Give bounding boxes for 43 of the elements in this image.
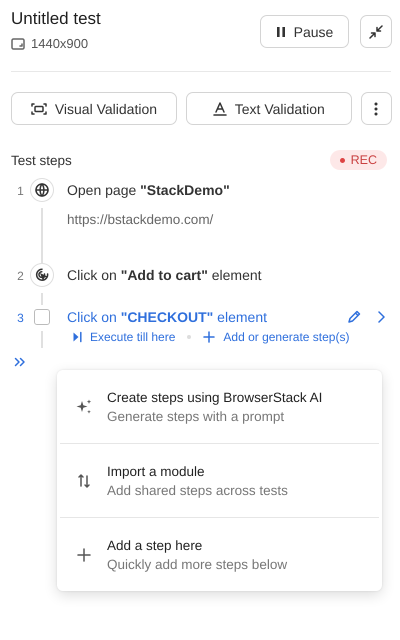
test-title: Untitled test: [11, 8, 101, 30]
plus-icon: [203, 331, 216, 343]
resolution-text: 1440x900: [31, 36, 88, 51]
sparkle-icon: [75, 398, 93, 416]
more-icon: [374, 102, 378, 116]
menu-item-subtitle: Quickly add more steps below: [107, 557, 288, 572]
menu-item-title: Create steps using BrowserStack AI: [107, 390, 322, 405]
menu-item-title: Add a step here: [107, 538, 204, 553]
step-url: https://bstackdemo.com/: [67, 212, 214, 229]
more-button[interactable]: [360, 92, 392, 125]
step-title[interactable]: Click on "CHECKOUT" element: [67, 309, 332, 325]
click-icon: [34, 267, 50, 283]
play-to-icon: [72, 331, 82, 343]
menu-item-title: Import a module: [107, 464, 206, 479]
menu-item[interactable]: Create steps using BrowserStack AI Generate steps with a prompt: [60, 370, 379, 444]
step-checkbox[interactable]: [34, 309, 50, 325]
step-number: 1: [16, 183, 25, 200]
text-format-icon: [212, 102, 227, 116]
collapse-button[interactable]: [360, 15, 392, 48]
section-title: Test steps: [11, 152, 72, 168]
text-validation-button[interactable]: Text Validation: [186, 92, 352, 125]
pause-icon: [276, 26, 286, 38]
menu-item[interactable]: Import a module Add shared steps across tests: [60, 444, 379, 518]
frame-icon: [30, 102, 47, 116]
menu-item-subtitle: Add shared steps across tests: [107, 483, 288, 498]
chevron-right-icon[interactable]: [376, 310, 386, 324]
menu-item-subtitle: Generate steps with a prompt: [107, 409, 286, 424]
step-number: 2: [16, 268, 25, 285]
collapse-icon: [368, 24, 384, 40]
pause-button[interactable]: Pause: [260, 15, 349, 48]
double-chevron-icon[interactable]: [14, 357, 26, 367]
menu-item[interactable]: Add a step here Quickly add more steps below: [60, 518, 379, 591]
pencil-icon[interactable]: [346, 309, 362, 325]
step-number: 3: [16, 310, 25, 327]
recording-badge: REC: [330, 150, 387, 170]
execute-till-here-link[interactable]: Execute till here: [72, 330, 176, 344]
add-step-link[interactable]: Add or generate step(s): [203, 330, 350, 344]
plus-icon: [75, 548, 93, 562]
step-title[interactable]: Click on "Add to cart" element: [67, 267, 386, 283]
step-title[interactable]: Open page "StackDemo": [67, 182, 386, 198]
visual-validation-button[interactable]: Visual Validation: [11, 92, 177, 125]
screen-icon: [11, 38, 25, 50]
globe-icon: [34, 182, 50, 198]
